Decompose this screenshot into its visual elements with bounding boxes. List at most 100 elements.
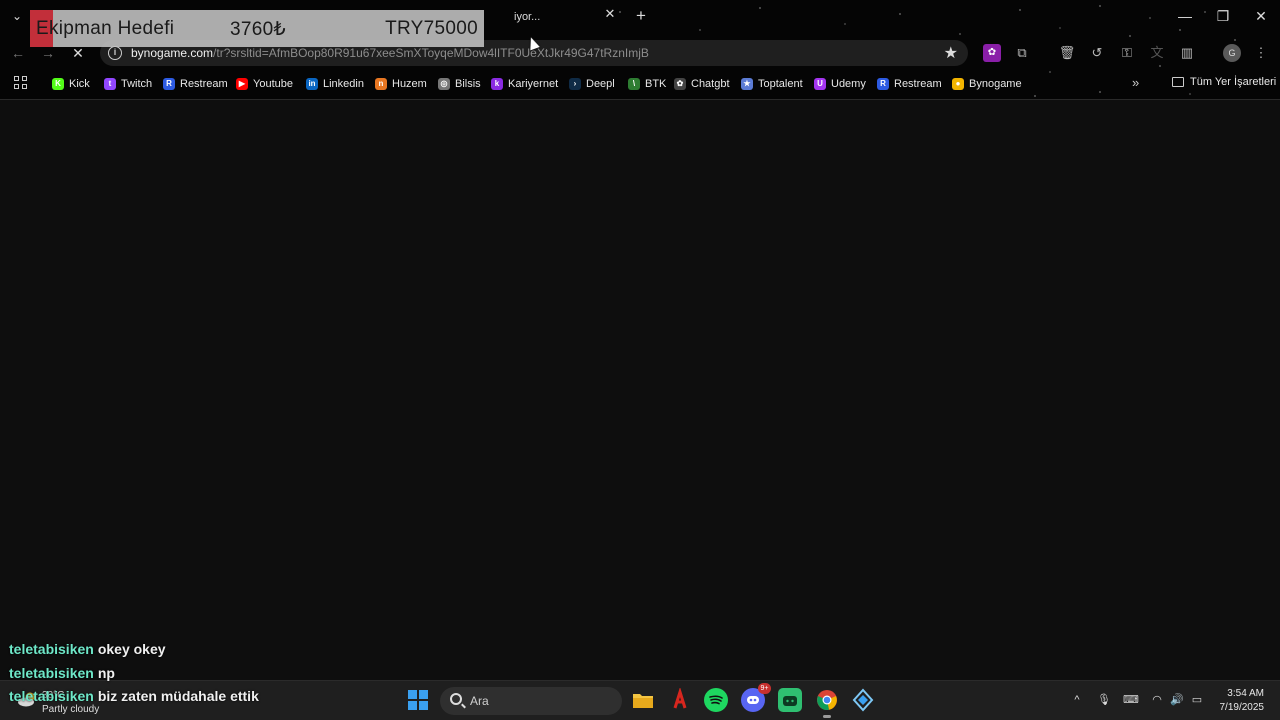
screen: ⌄ iyor... ✕ + — ❐ ✕ ← → ✕ i bynogame.com…	[0, 0, 1280, 720]
bookmarks-bar: K Kick t Twitch R Restream ▶ Youtube in Linkedin n…	[0, 72, 1280, 96]
bookmark-bilsis[interactable]: ◎ Bilsis	[438, 76, 481, 92]
btk-icon: \	[628, 78, 640, 90]
show-hidden-icons-icon[interactable]: ^	[1070, 693, 1084, 707]
microphone-icon[interactable]: 🎙	[1097, 693, 1111, 707]
chat-message: teletabisiken okey okey	[9, 641, 166, 657]
bookmark-label: Restream	[180, 78, 228, 90]
spotify-icon[interactable]	[704, 688, 728, 712]
bookmark-label: Huzem	[392, 78, 427, 90]
bookmark-label: Chatgbt	[691, 78, 730, 90]
bookmark-label: Deepl	[586, 78, 615, 90]
restream-icon: R	[163, 78, 175, 90]
bookmark-chatgbt[interactable]: ✿ Chatgbt	[674, 76, 730, 92]
key-icon[interactable]: ⚿	[1118, 44, 1136, 62]
clock-time: 3:54 AM	[1227, 688, 1264, 699]
bookmark-label: BTK	[645, 78, 667, 90]
bookmark-label: Linkedin	[323, 78, 364, 90]
bookmark-restream[interactable]: R Restream	[877, 76, 942, 92]
deepl-icon: ›	[569, 78, 581, 90]
minimize-button[interactable]: —	[1170, 6, 1200, 26]
url-host: bynogame.com	[131, 46, 214, 60]
bookmark-kick[interactable]: K Kick	[52, 76, 90, 92]
bookmark-label: Bilsis	[455, 78, 481, 90]
youtube-icon: ▶	[236, 78, 248, 90]
system-clock[interactable]: 3:54 AM 7/19/2025	[1220, 687, 1265, 715]
toptalent-icon: ★	[741, 78, 753, 90]
bookmark-btk[interactable]: \ BTK	[628, 76, 666, 92]
bookmark-star-icon[interactable]: ★	[944, 43, 958, 63]
url-text[interactable]: bynogame.com/tr?srsltid=AfmBOop80R91u67x…	[131, 46, 649, 60]
bookmark-restream[interactable]: R Restream	[163, 76, 228, 92]
kariyernet-icon: k	[491, 78, 503, 90]
trash-icon[interactable]: 🗑	[1058, 44, 1076, 62]
acrobat-icon[interactable]	[668, 686, 692, 712]
tab-search-icon[interactable]: ⌄	[10, 9, 24, 23]
bookmark-youtube[interactable]: ▶ Youtube	[236, 76, 293, 92]
extensions-puzzle-icon[interactable]: ⧉	[1013, 44, 1031, 62]
profile-avatar[interactable]: G	[1223, 44, 1241, 62]
chat-text: biz zaten müdahale ettik	[97, 688, 259, 704]
translate-icon[interactable]: 文	[1148, 44, 1166, 62]
kick-icon: K	[52, 78, 64, 90]
weather-description: Partly cloudy	[42, 704, 100, 715]
twitch-icon: t	[104, 78, 116, 90]
back-button[interactable]: ←	[8, 43, 28, 63]
wifi-icon[interactable]: ◠	[1150, 693, 1164, 707]
site-info-icon[interactable]: i	[108, 46, 122, 60]
history-icon[interactable]: ↺	[1088, 44, 1106, 62]
app-icon[interactable]	[851, 688, 875, 712]
apps-grid-icon[interactable]	[14, 76, 28, 90]
discord-notification-badge: 9+	[758, 683, 771, 694]
more-menu-icon[interactable]: ⋮	[1252, 44, 1270, 62]
clock-date: 7/19/2025	[1219, 702, 1265, 713]
bookmark-linkedin[interactable]: in Linkedin	[306, 76, 364, 92]
chat-message: teletabisiken np	[9, 665, 115, 681]
search-icon	[450, 693, 462, 705]
bynogame-icon: ●	[952, 78, 964, 90]
all-bookmarks-label: Tüm Yer İşaretleri	[1190, 76, 1277, 88]
bookmark-huzem[interactable]: n Huzem	[375, 76, 427, 92]
close-window-button[interactable]: ✕	[1246, 6, 1276, 26]
linkedin-icon: in	[306, 78, 318, 90]
chrome-icon[interactable]	[815, 688, 839, 718]
chat-message: teletabisiken biz zaten müdahale ettik	[9, 688, 259, 704]
chat-username: teletabisiken	[9, 665, 94, 681]
bookmark-label: Youtube	[253, 78, 293, 90]
file-explorer-icon[interactable]	[631, 688, 655, 712]
discord-icon[interactable]: 9+	[741, 683, 771, 712]
chat-username: teletabisiken	[9, 641, 94, 657]
bookmark-toptalent[interactable]: ★ Toptalent	[741, 76, 803, 92]
page-content[interactable]	[0, 101, 1280, 680]
bookmark-deepl[interactable]: › Deepl	[569, 76, 615, 92]
bookmark-bynogame[interactable]: ● Bynogame	[952, 76, 1022, 92]
globe-icon: ◎	[438, 78, 450, 90]
chat-text: np	[97, 665, 115, 681]
battery-icon[interactable]: ▭	[1190, 693, 1204, 707]
bookmark-twitch[interactable]: t Twitch	[104, 76, 152, 92]
chatgpt-icon: ✿	[674, 78, 686, 90]
extension-icon[interactable]: ✿	[983, 44, 1001, 62]
goal-target-amount: TRY75000	[385, 18, 478, 39]
tab-close-icon[interactable]: ✕	[603, 7, 617, 21]
url-path: /tr?srsltid=AfmBOop80R91u67xeeSmXToyqeMD…	[213, 46, 649, 60]
bookmark-kariyernet[interactable]: k Kariyernet	[491, 76, 558, 92]
all-bookmarks-button[interactable]: Tüm Yer İşaretleri	[1172, 76, 1276, 88]
bookmark-label: Kariyernet	[508, 78, 559, 90]
folder-icon	[1172, 77, 1184, 87]
android-studio-icon[interactable]	[778, 688, 802, 712]
goal-overlay: Ekipman Hedefi 3760₺ TRY75000	[30, 10, 484, 47]
keyboard-icon[interactable]: ⌨	[1123, 693, 1139, 707]
more-bookmarks-icon[interactable]: »	[1132, 75, 1139, 90]
bookmark-label: Bynogame	[969, 78, 1022, 90]
huzem-icon: n	[375, 78, 387, 90]
goal-current-amount: 3760₺	[230, 19, 286, 40]
new-tab-button[interactable]: +	[633, 7, 649, 24]
bookmark-udemy[interactable]: U Udemy	[814, 76, 866, 92]
start-button[interactable]	[408, 690, 428, 710]
side-panel-icon[interactable]: ▥	[1178, 44, 1196, 62]
restore-button[interactable]: ❐	[1208, 6, 1238, 26]
volume-icon[interactable]: 🔊	[1170, 693, 1184, 707]
goal-label: Ekipman Hedefi	[36, 18, 175, 39]
udemy-icon: U	[814, 78, 826, 90]
taskbar-search[interactable]: Ara	[440, 687, 622, 715]
